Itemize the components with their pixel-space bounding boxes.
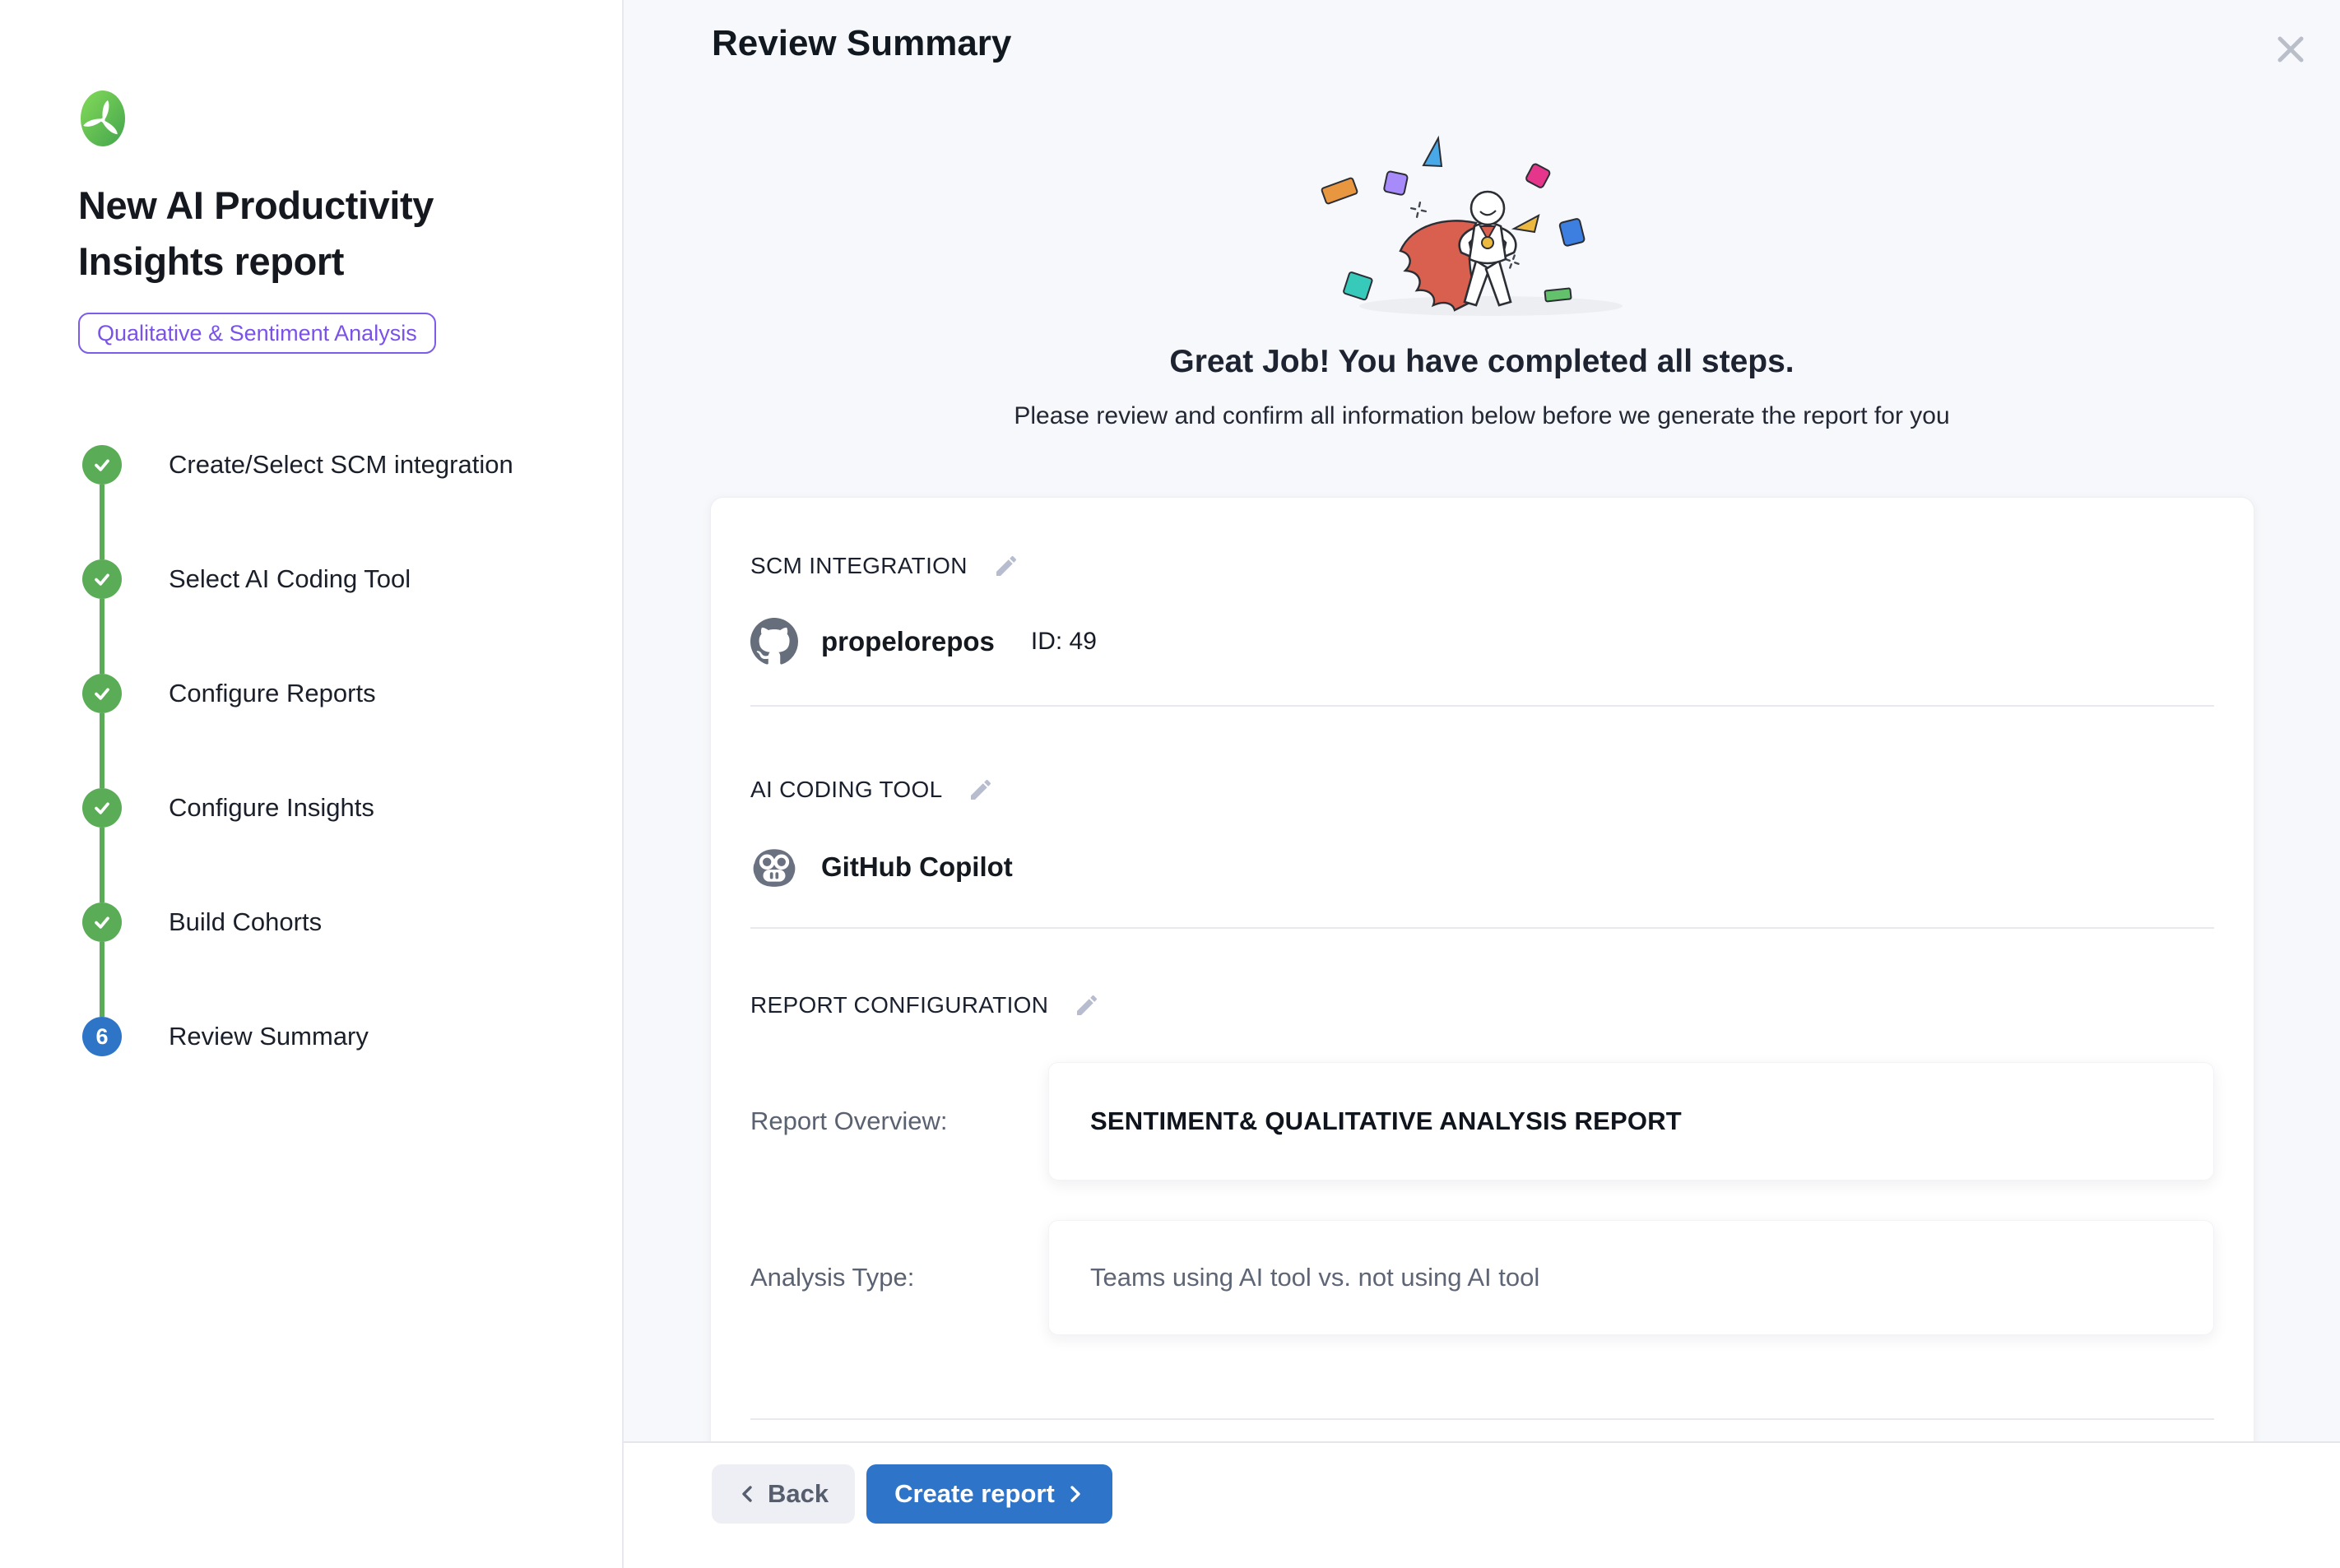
back-button[interactable]: Back <box>712 1464 855 1524</box>
wizard-sidebar: New AI Productivity Insights report Qual… <box>0 0 624 1568</box>
back-button-label: Back <box>768 1479 829 1509</box>
celebration-illustration <box>1316 128 1678 318</box>
ai-tool-section-label: AI CODING TOOL <box>750 777 942 803</box>
wizard-steps: Create/Select SCM integration Select AI … <box>82 445 513 1056</box>
analysis-type-value-box: Teams using AI tool vs. not using AI too… <box>1048 1220 2214 1335</box>
report-config-section-label: REPORT CONFIGURATION <box>750 992 1048 1018</box>
step-configure-insights[interactable]: Configure Insights <box>82 788 513 828</box>
report-overview-label: Report Overview: <box>750 1106 1048 1136</box>
confetti-blue-square <box>1559 218 1585 246</box>
check-icon <box>91 796 114 819</box>
close-icon[interactable] <box>2271 30 2310 69</box>
confetti-green <box>1544 288 1571 301</box>
create-report-button[interactable]: Create report <box>866 1464 1112 1524</box>
check-icon <box>91 453 114 476</box>
analysis-type-label: Analysis Type: <box>750 1263 1048 1292</box>
divider <box>750 1418 2214 1420</box>
check-icon <box>91 682 114 705</box>
step-review-summary[interactable]: 6 Review Summary <box>82 1017 513 1056</box>
step-create-select-scm[interactable]: Create/Select SCM integration <box>82 445 513 485</box>
github-copilot-icon <box>750 843 798 891</box>
edit-report-config-icon[interactable] <box>1073 991 1101 1019</box>
divider <box>750 927 2214 929</box>
step-label: Build Cohorts <box>169 907 322 937</box>
scm-integration-id: ID: 49 <box>1031 628 1097 656</box>
step-done-circle <box>82 788 122 828</box>
step-done-circle <box>82 902 122 942</box>
confetti-orange <box>1321 178 1358 204</box>
step-label: Configure Insights <box>169 793 374 823</box>
report-title: New AI Productivity Insights report <box>78 178 564 290</box>
chevron-left-icon <box>738 1484 756 1504</box>
confetti-blue-triangle <box>1423 138 1442 166</box>
step-number: 6 <box>95 1024 108 1050</box>
edit-ai-tool-icon[interactable] <box>967 776 995 804</box>
step-select-ai-tool[interactable]: Select AI Coding Tool <box>82 559 513 599</box>
edit-scm-icon[interactable] <box>992 552 1020 580</box>
chevron-right-icon <box>1066 1484 1084 1504</box>
propelo-logo <box>81 90 125 151</box>
confetti-purple <box>1384 171 1409 196</box>
scm-integration-name: propelorepos <box>821 626 995 657</box>
check-icon <box>91 911 114 934</box>
step-label: Select AI Coding Tool <box>169 564 411 594</box>
report-overview-value-box: SENTIMENT& QUALITATIVE ANALYSIS REPORT <box>1048 1062 2214 1181</box>
step-done-circle <box>82 674 122 713</box>
panel-title: Review Summary <box>712 23 1011 64</box>
completion-subheading: Please review and confirm all informatio… <box>624 402 2340 430</box>
wizard-footer: Back Create report <box>624 1441 2340 1568</box>
step-build-cohorts[interactable]: Build Cohorts <box>82 902 513 942</box>
analysis-type-value: Teams using AI tool vs. not using AI too… <box>1090 1263 1539 1292</box>
step-done-circle <box>82 445 122 485</box>
step-current-circle: 6 <box>82 1017 122 1056</box>
step-label: Create/Select SCM integration <box>169 450 513 480</box>
confetti-teal <box>1343 271 1372 300</box>
summary-card: SCM INTEGRATION propelorepos ID: 49 AI C… <box>710 497 2254 1568</box>
completion-heading: Great Job! You have completed all steps. <box>624 344 2340 380</box>
check-icon <box>91 568 114 591</box>
divider <box>750 705 2214 707</box>
confetti-yellow-triangle <box>1514 216 1539 232</box>
hero-figure <box>1460 192 1516 305</box>
ai-tool-name: GitHub Copilot <box>821 851 1013 883</box>
scm-section-label: SCM INTEGRATION <box>750 553 968 579</box>
step-label: Review Summary <box>169 1022 369 1051</box>
confetti-pink <box>1525 163 1551 188</box>
review-summary-panel: Review Summary <box>624 0 2340 1568</box>
report-overview-value: SENTIMENT& QUALITATIVE ANALYSIS REPORT <box>1090 1106 1682 1136</box>
step-done-circle <box>82 559 122 599</box>
step-configure-reports[interactable]: Configure Reports <box>82 674 513 713</box>
github-icon <box>750 618 798 666</box>
step-label: Configure Reports <box>169 679 376 708</box>
report-type-badge: Qualitative & Sentiment Analysis <box>78 313 436 354</box>
create-report-label: Create report <box>894 1479 1055 1509</box>
